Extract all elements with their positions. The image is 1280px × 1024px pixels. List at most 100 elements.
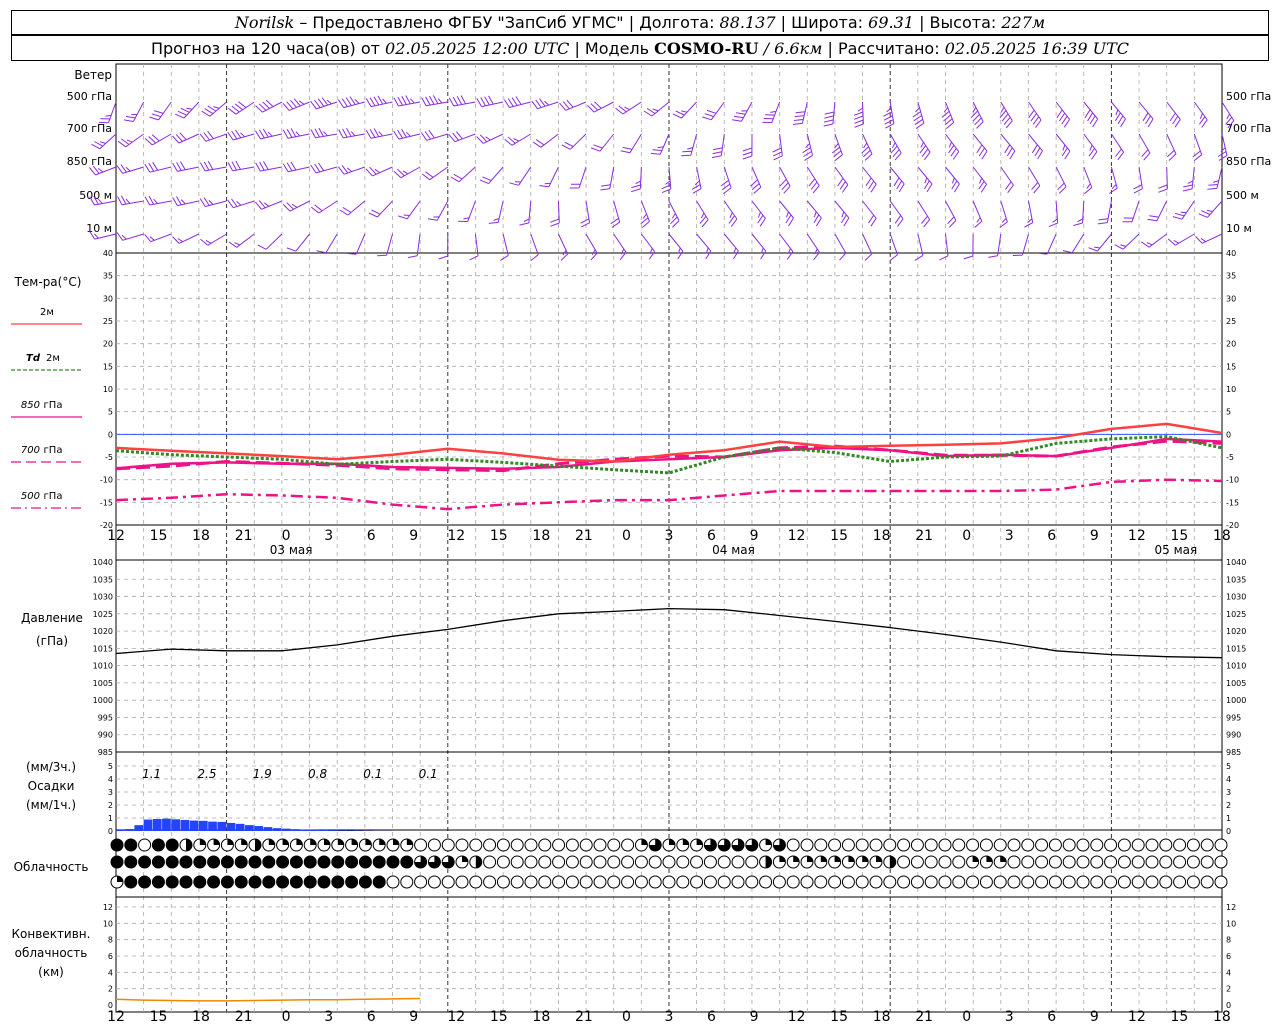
temp-tick-label-right: 15 bbox=[1226, 362, 1236, 371]
wind-barb bbox=[862, 166, 877, 193]
pressure-tick-label-right: 995 bbox=[1226, 713, 1241, 722]
cloud-cover-fill bbox=[186, 839, 192, 851]
hour-tick-label: 15 bbox=[1170, 528, 1188, 544]
cloud-cover-symbol bbox=[483, 875, 497, 889]
cloud-cover-fill bbox=[889, 856, 896, 868]
cloud-cover-fill bbox=[337, 839, 344, 845]
precip-bar bbox=[189, 820, 199, 831]
cloud-cover-symbol bbox=[386, 875, 400, 889]
cloud-cover-fill bbox=[986, 856, 993, 862]
hour-tick-label: 12 bbox=[107, 528, 125, 544]
precip-bar bbox=[337, 830, 346, 831]
wind-barb bbox=[1083, 133, 1098, 160]
cloud-cover-symbol bbox=[924, 838, 938, 852]
cloud-cover-fill bbox=[351, 839, 358, 845]
bottom-hour-tick-label: 12 bbox=[447, 1009, 465, 1024]
cloud-cover-symbol bbox=[496, 838, 510, 852]
cloud-cover-symbol bbox=[883, 838, 897, 852]
wind-barb bbox=[469, 233, 479, 261]
cloud-cover-symbol bbox=[317, 875, 331, 889]
pressure-unit: (гПа) bbox=[36, 634, 68, 648]
cloud-cover-symbol bbox=[731, 855, 745, 869]
cloud-cover-symbol bbox=[524, 855, 538, 869]
wind-barb bbox=[365, 95, 393, 108]
cloud-cover-symbol bbox=[1131, 855, 1145, 869]
cloud-cover-symbol bbox=[1062, 838, 1076, 852]
conv-title-1: Конвективн. bbox=[12, 927, 91, 941]
wind-barb bbox=[751, 233, 767, 260]
wind-barb bbox=[1122, 200, 1140, 223]
temp-tick-label: 0 bbox=[108, 430, 113, 439]
bottom-hour-tick-label: 12 bbox=[107, 1009, 125, 1024]
cloud-cover-symbol bbox=[1021, 875, 1035, 889]
cloud-cover-fill bbox=[462, 856, 468, 862]
pressure-title: Давление bbox=[21, 611, 83, 625]
cloud-cover-symbol bbox=[966, 875, 980, 889]
wind-barb bbox=[1055, 101, 1071, 128]
cloud-cover-fill bbox=[779, 856, 786, 862]
cloud-cover-fill bbox=[972, 856, 979, 862]
cloud-cover-symbol bbox=[1159, 875, 1173, 889]
cloud-cover-symbol bbox=[234, 875, 248, 889]
bottom-hour-tick-label: 18 bbox=[873, 1009, 891, 1024]
cloud-cover-symbol bbox=[524, 838, 538, 852]
cloud-cover-symbol bbox=[496, 855, 510, 869]
wind-barb bbox=[504, 133, 532, 146]
cloud-cover-symbol bbox=[414, 875, 428, 889]
day-label: 03 мая bbox=[270, 543, 313, 557]
temp-tick-label: 15 bbox=[103, 362, 113, 371]
precip-tick-label-right: 4 bbox=[1226, 775, 1231, 784]
wind-barb bbox=[397, 200, 421, 220]
precip-tick-label: 1 bbox=[108, 814, 113, 823]
cloud-cover-symbol bbox=[1048, 875, 1062, 889]
wind-barb bbox=[550, 200, 560, 227]
temp-tick-label: 5 bbox=[108, 408, 113, 417]
precip-bar bbox=[263, 827, 273, 831]
wind-barb bbox=[144, 195, 172, 206]
cloud-cover-symbol bbox=[979, 838, 993, 852]
bottom-hour-tick-label: 9 bbox=[409, 1009, 418, 1024]
wind-barb bbox=[420, 129, 448, 141]
precip-bar bbox=[254, 826, 263, 831]
cloud-cover-symbol bbox=[772, 875, 786, 889]
wind-barb bbox=[201, 101, 227, 117]
precip-tick-label: 3 bbox=[108, 788, 113, 797]
cloud-cover-symbol bbox=[151, 855, 165, 869]
cloud-cover-symbol bbox=[579, 855, 593, 869]
precip-3h-total: 1.1 bbox=[142, 767, 161, 781]
cloud-cover-fill bbox=[696, 839, 703, 845]
cloud-cover-symbol bbox=[828, 838, 842, 852]
bottom-hour-tick-label: 18 bbox=[1213, 1009, 1231, 1024]
cloud-cover-symbol bbox=[1021, 838, 1035, 852]
wind-level-label: 500 гПа bbox=[67, 90, 112, 103]
cloud-cover-symbol bbox=[276, 875, 290, 889]
cloud-cover-symbol bbox=[248, 875, 262, 889]
wind-barb bbox=[1109, 166, 1118, 194]
cloud-cover-symbol bbox=[289, 875, 303, 889]
wind-barb bbox=[1172, 200, 1195, 220]
cloud-cover-fill bbox=[199, 839, 206, 845]
conv-tick-label-right: 10 bbox=[1226, 919, 1236, 928]
wind-barb bbox=[615, 101, 642, 115]
pressure-tick-label-right: 1015 bbox=[1226, 644, 1246, 653]
wind-barb bbox=[963, 233, 974, 260]
cloud-cover-symbol bbox=[110, 855, 124, 869]
cloud-cover-symbol bbox=[262, 875, 276, 889]
wind-barb bbox=[988, 233, 1002, 258]
wind-barb bbox=[641, 233, 656, 260]
wind-barb bbox=[316, 233, 338, 254]
wind-barb bbox=[365, 166, 393, 177]
wind-barb bbox=[941, 101, 955, 129]
wind-barb bbox=[149, 101, 172, 121]
precip-bar bbox=[125, 829, 134, 831]
precip-tick-label-right: 1 bbox=[1226, 814, 1231, 823]
cloud-cover-symbol bbox=[165, 838, 179, 852]
cloud-cover-symbol bbox=[786, 838, 800, 852]
cloud-cover-symbol bbox=[565, 838, 579, 852]
cloud-cover-symbol bbox=[1186, 855, 1200, 869]
cloud-cover-symbol bbox=[1007, 875, 1021, 889]
cloud-cover-symbol bbox=[1076, 875, 1090, 889]
hour-tick-label: 9 bbox=[1090, 528, 1099, 544]
wind-barb bbox=[559, 99, 587, 111]
wind-barb bbox=[999, 101, 1013, 129]
